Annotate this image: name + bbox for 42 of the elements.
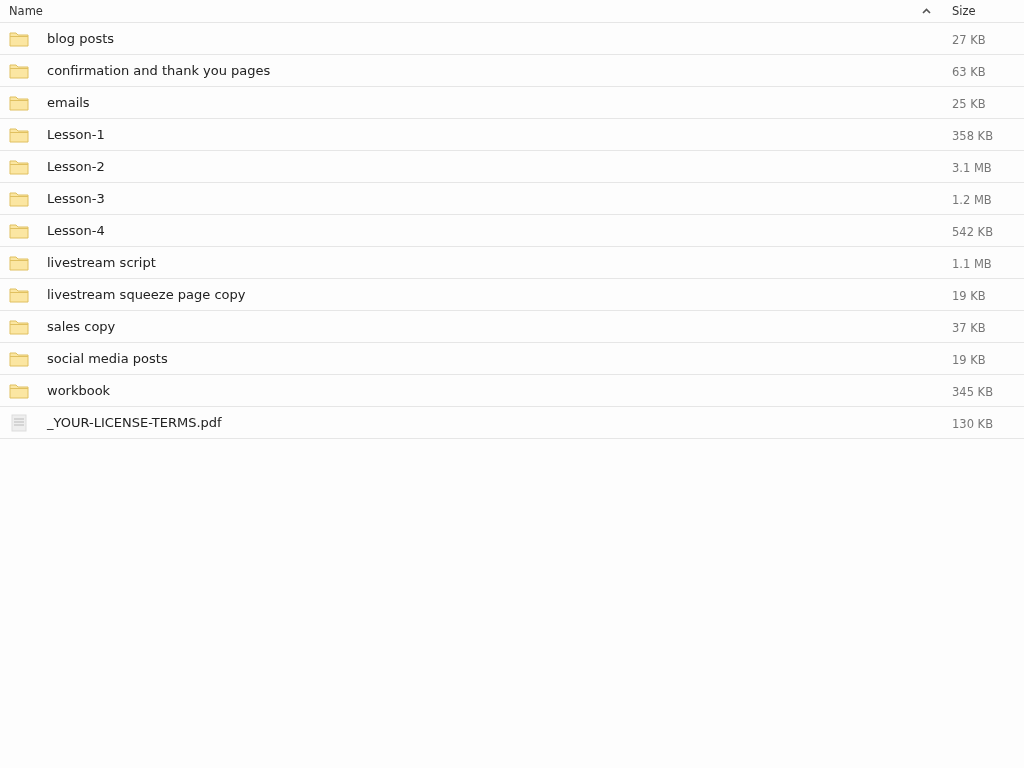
document-icon — [9, 413, 29, 432]
file-size: 19 KB — [952, 289, 986, 303]
file-name[interactable]: blog posts — [47, 31, 115, 46]
file-name[interactable]: Lesson-3 — [47, 191, 105, 206]
file-size: 3.1 MB — [952, 161, 992, 175]
file-size: 358 KB — [952, 129, 994, 143]
file-size: 345 KB — [952, 385, 994, 399]
sort-caret-icon[interactable] — [922, 8, 931, 14]
file-size: 19 KB — [952, 353, 986, 367]
folder-icon — [9, 126, 29, 143]
file-name[interactable]: Lesson-1 — [47, 127, 105, 142]
file-name[interactable]: sales copy — [47, 319, 116, 334]
folder-icon — [9, 254, 29, 271]
column-header[interactable]: Name — [9, 4, 43, 18]
column-header[interactable]: Size — [952, 4, 976, 18]
file-size: 130 KB — [952, 417, 994, 431]
file-name[interactable]: Lesson-2 — [47, 159, 105, 174]
file-size: 1.2 MB — [952, 193, 992, 207]
file-size: 1.1 MB — [952, 257, 992, 271]
file-name[interactable]: _YOUR-LICENSE-TERMS.pdf — [47, 415, 222, 430]
folder-icon — [9, 286, 29, 303]
file-name[interactable]: emails — [47, 95, 90, 110]
folder-icon — [9, 222, 29, 239]
file-size: 37 KB — [952, 321, 986, 335]
file-size: 25 KB — [952, 97, 986, 111]
folder-icon — [9, 30, 29, 47]
folder-icon — [9, 318, 29, 335]
file-name[interactable]: confirmation and thank you pages — [47, 63, 271, 78]
folder-icon — [9, 94, 29, 111]
folder-icon — [9, 190, 29, 207]
folder-icon — [9, 62, 29, 79]
file-name[interactable]: Lesson-4 — [47, 223, 105, 238]
file-name[interactable]: social media posts — [47, 351, 168, 366]
file-name[interactable]: livestream script — [47, 255, 156, 270]
folder-icon — [9, 158, 29, 175]
file-size: 27 KB — [952, 33, 986, 47]
folder-icon — [9, 350, 29, 367]
file-size: 63 KB — [952, 65, 986, 79]
file-name[interactable]: livestream squeeze page copy — [47, 287, 246, 302]
file-size: 542 KB — [952, 225, 994, 239]
folder-icon — [9, 382, 29, 399]
file-name[interactable]: workbook — [47, 383, 111, 398]
